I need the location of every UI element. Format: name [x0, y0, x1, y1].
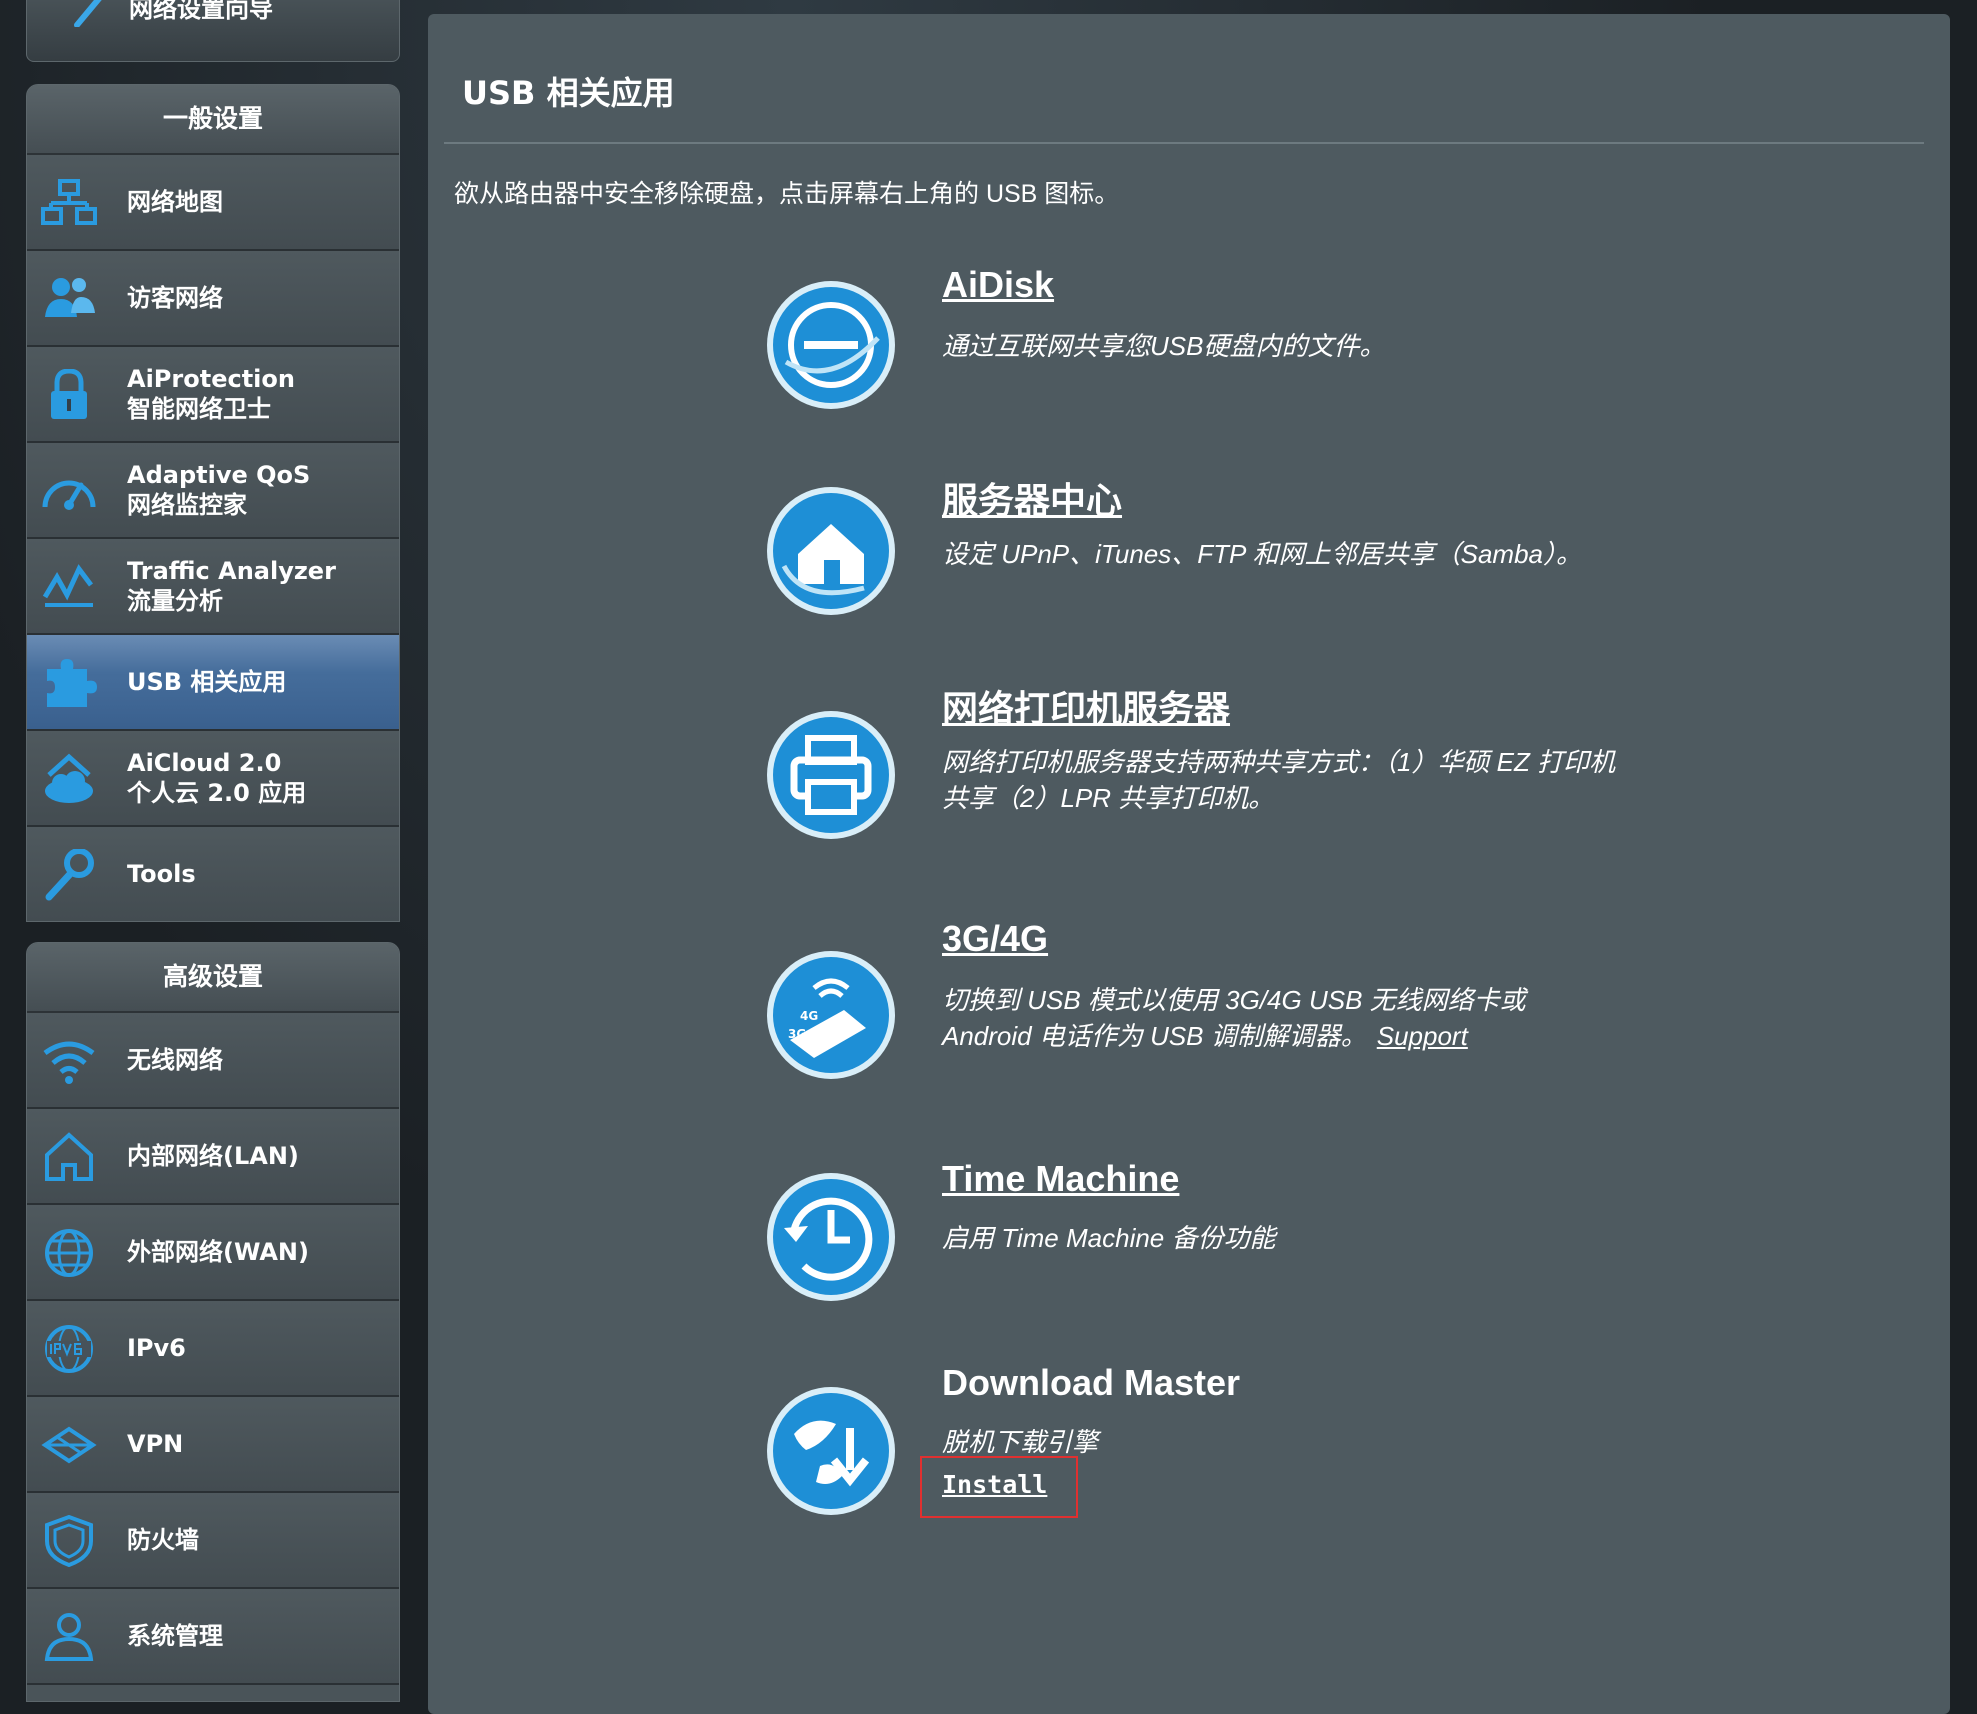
- main-content: USB 相关应用 欲从路由器中安全移除硬盘，点击屏幕右上角的 USB 图标。 A…: [428, 14, 1950, 1714]
- support-link[interactable]: Support: [1377, 1021, 1468, 1051]
- home-icon: [45, 1132, 93, 1181]
- sidebar-item-aiprotection[interactable]: AiProtection 智能网络卫士: [27, 347, 399, 443]
- app-name-aidisk[interactable]: AiDisk: [942, 264, 1054, 306]
- sidebar-item-lan[interactable]: 内部网络(LAN): [27, 1109, 399, 1205]
- sidebar-item-guest-network[interactable]: 访客网络: [27, 251, 399, 347]
- sidebar-item-label: 外部网络(WAN): [127, 1238, 309, 1266]
- sidebar-item-aicloud[interactable]: AiCloud 2.0 个人云 2.0 应用: [27, 731, 399, 827]
- speedometer-icon: [42, 480, 96, 510]
- sidebar-item-sublabel: 网络监控家: [127, 491, 247, 519]
- app-name-download-master: Download Master: [942, 1362, 1241, 1403]
- sidebar-item-label: 网络地图: [127, 188, 223, 216]
- page-title: USB 相关应用: [462, 74, 675, 112]
- cloud-home-icon: [45, 753, 93, 803]
- sidebar-item-label: Traffic Analyzer: [127, 557, 336, 585]
- network-map-icon: [41, 179, 97, 225]
- sidebar-item-label: VPN: [127, 1430, 184, 1458]
- sidebar-item-firewall[interactable]: 防火墙: [27, 1493, 399, 1589]
- sidebar-item-label: Tools: [127, 860, 196, 888]
- app-desc-3g4g: 切换到 USB 模式以使用 3G/4G USB 无线网络卡或 Android 电…: [942, 982, 1582, 1054]
- svg-text:4G: 4G: [800, 1009, 818, 1023]
- app-name-time-machine[interactable]: Time Machine: [942, 1158, 1179, 1200]
- guest-network-icon: [45, 278, 95, 317]
- printer-icon[interactable]: [764, 708, 898, 842]
- sidebar-item-sublabel: 流量分析: [127, 587, 223, 615]
- sidebar-item-label: IPv6: [127, 1334, 186, 1362]
- sidebar-item-label: 无线网络: [127, 1046, 223, 1074]
- app-desc-download-master: 脱机下载引擎: [942, 1427, 1099, 1457]
- lock-icon: [51, 369, 87, 419]
- sidebar-item-network-map[interactable]: 网络地图: [27, 155, 399, 251]
- vpn-icon: [41, 1426, 97, 1464]
- puzzle-icon: [47, 659, 97, 707]
- sidebar-item-wireless[interactable]: 无线网络: [27, 1013, 399, 1109]
- sidebar-item-usb-applications[interactable]: USB 相关应用: [27, 635, 399, 731]
- sidebar-item-tools[interactable]: Tools: [27, 827, 399, 921]
- app-desc-network-printer-server: 网络打印机服务器支持两种共享方式：（1）华硕 EZ 打印机共享（2）LPR 共享…: [942, 747, 1616, 813]
- install-link[interactable]: Install: [942, 1470, 1047, 1499]
- wrench-icon: [45, 849, 94, 901]
- general-settings-header: 一般设置: [27, 85, 399, 155]
- title-divider: [444, 142, 1924, 144]
- sidebar-item-label: 系统管理: [127, 1622, 223, 1650]
- sidebar-item-label: 防火墙: [127, 1526, 199, 1554]
- sidebar-item-label: 访客网络: [127, 284, 223, 312]
- user-icon: [44, 1613, 94, 1661]
- wand-icon: [74, 0, 102, 27]
- app-name-server-center[interactable]: 服务器中心: [942, 472, 1122, 524]
- sidebar-item-label: 内部网络(LAN): [127, 1142, 299, 1170]
- app-desc-server-center: 设定 UPnP、iTunes、FTP 和网上邻居共享（Samba）。: [942, 539, 1582, 569]
- usb-modem-icon[interactable]: 4G 3G: [764, 948, 898, 1082]
- sidebar-item-label: AiCloud 2.0: [127, 749, 282, 777]
- sidebar-item-label: Adaptive QoS: [127, 461, 311, 489]
- sidebar-item-traffic-analyzer[interactable]: Traffic Analyzer 流量分析: [27, 539, 399, 635]
- sidebar-item-label: USB 相关应用: [127, 668, 287, 696]
- network-setup-wizard-button[interactable]: 网络设置向导: [26, 0, 400, 62]
- advanced-settings-panel: 高级设置 无线网络 内部网络(LAN) 外部网络(WAN) IPv6 VPN 防…: [26, 942, 400, 1702]
- ipv6-globe-icon: [45, 1325, 93, 1373]
- sidebar-item-wan[interactable]: 外部网络(WAN): [27, 1205, 399, 1301]
- sidebar-item-ipv6[interactable]: IPv6: [27, 1301, 399, 1397]
- svg-text:3G: 3G: [788, 1027, 806, 1041]
- sidebar-item-sublabel: 智能网络卫士: [127, 395, 271, 423]
- traffic-chart-icon: [42, 564, 93, 607]
- app-desc-time-machine: 启用 Time Machine 备份功能: [942, 1223, 1276, 1253]
- wizard-label: 网络设置向导: [129, 0, 273, 23]
- globe-icon: [45, 1229, 93, 1277]
- sidebar-item-label: AiProtection: [127, 365, 295, 393]
- wifi-icon: [43, 1041, 95, 1084]
- advanced-settings-header: 高级设置: [27, 943, 399, 1013]
- sidebar-item-adaptive-qos[interactable]: Adaptive QoS 网络监控家: [27, 443, 399, 539]
- app-name-network-printer-server[interactable]: 网络打印机服务器: [942, 680, 1230, 732]
- app-desc-aidisk: 通过互联网共享您USB硬盘内的文件。: [942, 331, 1386, 361]
- shield-icon: [45, 1515, 93, 1567]
- intro-text: 欲从路由器中安全移除硬盘，点击屏幕右上角的 USB 图标。: [454, 180, 1120, 208]
- aidisk-icon[interactable]: [764, 278, 898, 412]
- sidebar-item-administration[interactable]: 系统管理: [27, 1589, 399, 1685]
- download-master-icon[interactable]: [764, 1384, 898, 1518]
- general-settings-panel: 一般设置 网络地图 访客网络 AiProtection 智能网络卫士 Adapt…: [26, 84, 400, 922]
- sidebar-item-sublabel: 个人云 2.0 应用: [127, 779, 307, 807]
- app-name-3g4g[interactable]: 3G/4G: [942, 918, 1048, 960]
- time-machine-icon[interactable]: [764, 1170, 898, 1304]
- sidebar-item-vpn[interactable]: VPN: [27, 1397, 399, 1493]
- server-center-icon[interactable]: [764, 484, 898, 618]
